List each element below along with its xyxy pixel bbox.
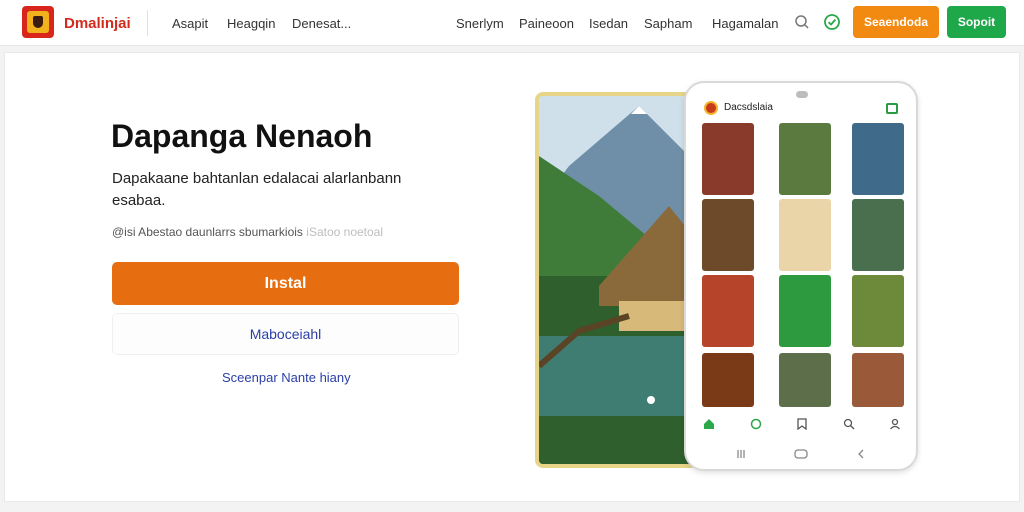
install-button[interactable]: Instal [112, 262, 459, 305]
nav-link-4[interactable]: Snerlym [456, 16, 504, 31]
bookmark-icon[interactable] [795, 417, 809, 431]
video-thumbnail[interactable] [779, 199, 831, 271]
logo-shield [33, 16, 43, 28]
brand-name[interactable]: Dmalinjai [64, 15, 131, 32]
video-thumbnail[interactable] [779, 353, 831, 407]
brand-logo[interactable] [22, 6, 54, 38]
meta-faded-text: iSatoo noetoal [306, 225, 384, 239]
nav-link-6[interactable]: Isedan [589, 16, 628, 31]
nav-divider [147, 10, 148, 36]
home-button-icon[interactable] [794, 447, 808, 461]
app-menu-icon[interactable] [886, 103, 898, 114]
orange-header-button[interactable]: Seaendoda [853, 6, 939, 38]
video-thumbnail[interactable] [702, 123, 754, 195]
video-thumbnail[interactable] [779, 275, 831, 347]
video-thumbnail[interactable] [702, 275, 754, 347]
app-logo-icon [704, 101, 718, 115]
verified-check-icon[interactable] [822, 12, 842, 32]
video-thumbnail[interactable] [779, 123, 831, 195]
logo-emblem [27, 11, 49, 33]
video-thumbnail[interactable] [852, 123, 904, 195]
hero-meta: @isi Abestao daunlarrs sbumarkiois iSato… [112, 225, 383, 239]
system-navigation-bar [686, 443, 916, 465]
profile-icon[interactable] [888, 417, 902, 431]
landscape-illustration [539, 96, 701, 464]
hero-description: Dapakaane bahtanlan edalacai alarlanbann… [112, 170, 402, 209]
search-icon[interactable] [842, 417, 856, 431]
secondary-button[interactable]: Maboceiahl [112, 313, 459, 355]
hero-text-link[interactable]: Sceenpar Nante hiany [222, 370, 351, 385]
meta-text: @isi Abestao daunlarrs sbumarkiois [112, 225, 303, 239]
phone-camera [796, 91, 808, 98]
explore-icon[interactable] [749, 417, 763, 431]
green-header-button[interactable]: Sopoit [947, 6, 1006, 38]
nav-link-5[interactable]: Paineoon [519, 16, 574, 31]
home-icon[interactable] [702, 417, 716, 431]
phone-mockup: Dacsdslaia [684, 81, 918, 471]
hero-title: Dapanga Nenaoh [111, 118, 373, 154]
recent-apps-icon[interactable] [734, 447, 748, 461]
app-bottom-navigation [698, 413, 906, 435]
video-thumbnail[interactable] [852, 353, 904, 407]
app-title: Dacsdslaia [724, 102, 773, 113]
nav-link-3[interactable]: Denesat... [292, 16, 351, 31]
video-thumbnail[interactable] [852, 199, 904, 271]
video-thumbnail[interactable] [852, 275, 904, 347]
video-thumbnail[interactable] [702, 353, 754, 407]
back-icon[interactable] [854, 447, 868, 461]
search-icon[interactable] [792, 12, 812, 32]
top-navigation-bar: Dmalinjai Asapit Heagqin Denesat... Sner… [0, 0, 1024, 46]
nav-link-8[interactable]: Hagamalan [712, 16, 779, 31]
video-thumbnail[interactable] [702, 199, 754, 271]
landscape-photo [535, 92, 705, 468]
nav-link-1[interactable]: Asapit [172, 16, 208, 31]
nav-link-2[interactable]: Heagqin [227, 16, 275, 31]
nav-link-7[interactable]: Sapham [644, 16, 692, 31]
